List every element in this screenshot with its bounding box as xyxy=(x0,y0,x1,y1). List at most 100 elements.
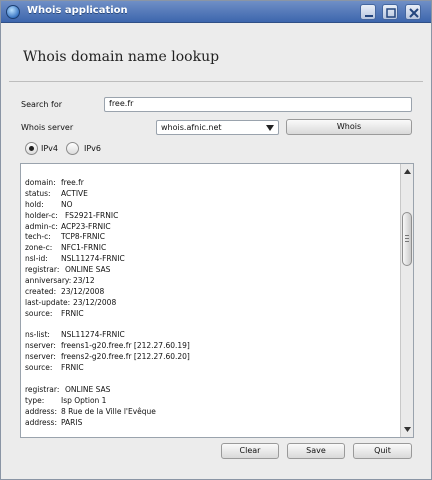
ipv6-label: IPv6 xyxy=(84,144,102,153)
output-line: source: FRNIC xyxy=(25,363,395,374)
output-key: anniversary: xyxy=(25,276,72,286)
ipv6-radio[interactable] xyxy=(66,142,79,155)
output-value: ONLINE SAS xyxy=(65,384,111,394)
output-line: source: FRNIC xyxy=(25,309,395,320)
output-line: created: 23/12/2008 xyxy=(25,287,395,298)
output-key: address: xyxy=(25,417,57,427)
output-key: source: xyxy=(25,308,53,318)
output-key: source: xyxy=(25,363,53,373)
output-key: ns-list: xyxy=(25,330,50,340)
output-value: NSL11274-FRNIC xyxy=(61,330,125,340)
output-value: ONLINE SAS xyxy=(65,265,111,275)
output-key: nsl-id: xyxy=(25,254,48,264)
scrollbar-thumb[interactable] xyxy=(402,212,412,266)
output-key: created: xyxy=(25,286,57,296)
output-key: nserver: xyxy=(25,352,56,362)
maximize-button[interactable] xyxy=(382,4,398,20)
output-key: admin-c: xyxy=(25,221,58,231)
output-key: last-update: xyxy=(25,297,71,307)
output-line: tech-c: TCP8-FRNIC xyxy=(25,232,395,243)
output-line: hold: NO xyxy=(25,200,395,211)
output-line: address: 8 Rue de la Ville l'Evêque xyxy=(25,407,395,418)
output-value: free.fr xyxy=(61,178,84,187)
output-value: NFC1-FRNIC xyxy=(61,243,107,253)
output-value: 23/12 xyxy=(73,276,95,286)
vertical-scrollbar[interactable] xyxy=(400,164,413,437)
quit-button[interactable]: Quit xyxy=(353,443,412,459)
output-line: address: PARIS xyxy=(25,418,395,429)
output-line: registrar: ONLINE SAS xyxy=(25,265,395,276)
output-key: holder-c: xyxy=(25,210,58,220)
output-line: nserver: freens1-g20.free.fr [212.27.60.1… xyxy=(25,341,395,352)
app-window: Whois application Whois domain name look… xyxy=(0,0,432,480)
output-key: registrar: xyxy=(25,265,60,275)
output-key: domain: xyxy=(25,178,56,187)
output-line: domain: free.fr xyxy=(25,178,395,189)
output-line: ns-list: NSL11274-FRNIC xyxy=(25,330,395,341)
output-line: holder-c: FS2921-FRNIC xyxy=(25,211,395,222)
output-value: FRNIC xyxy=(61,308,84,318)
close-button[interactable] xyxy=(405,4,421,20)
output-key: zone-c: xyxy=(25,243,53,253)
output-value: ACP23-FRNIC xyxy=(61,221,111,231)
output-line: zone-c: NFC1-FRNIC xyxy=(25,243,395,254)
output-key: address: xyxy=(25,406,57,416)
output-value: ACTIVE xyxy=(61,188,88,198)
page-title: Whois domain name lookup xyxy=(23,49,220,65)
whois-server-value: whois.afnic.net xyxy=(161,123,222,132)
output-key: registrar: xyxy=(25,384,60,394)
output-line: nsl-id: NSL11274-FRNIC xyxy=(25,254,395,265)
output-key: type: xyxy=(25,395,45,405)
output-value: Isp Option 1 xyxy=(61,395,107,405)
maximize-icon xyxy=(386,8,396,18)
output-line: last-update: 23/12/2008 xyxy=(25,298,395,309)
thumb-grip xyxy=(405,238,409,239)
whois-output-textarea[interactable]: domain: free.fr status: ACTIVE hold: NO holder… xyxy=(20,163,414,438)
thumb-grip xyxy=(405,241,409,242)
output-key: tech-c: xyxy=(25,232,51,242)
output-line: type: Isp Option 1 xyxy=(25,396,395,407)
output-value: 8 Rue de la Ville l'Evêque xyxy=(61,406,156,416)
scroll-up-arrow-icon[interactable] xyxy=(402,166,413,177)
ipv4-radio[interactable] xyxy=(25,142,38,155)
output-lines: domain: free.fr status: ACTIVE hold: NO holder… xyxy=(25,178,395,428)
output-value: TCP8-FRNIC xyxy=(61,232,105,242)
title-bar[interactable]: Whois application xyxy=(1,1,431,23)
close-icon xyxy=(409,8,419,18)
output-line: nserver: freens2-g20.free.fr [212.27.60.2… xyxy=(25,352,395,363)
chevron-down-icon xyxy=(266,125,274,131)
search-input[interactable]: free.fr xyxy=(104,97,412,112)
output-value: 23/12/2008 xyxy=(73,297,117,307)
output-value: freens2-g20.free.fr [212.27.60.20] xyxy=(61,352,190,362)
search-label: Search for xyxy=(21,100,63,109)
thumb-grip xyxy=(405,235,409,236)
output-line: anniversary: 23/12 xyxy=(25,276,395,287)
whois-server-select[interactable]: whois.afnic.net xyxy=(156,120,279,135)
scroll-down-arrow-icon[interactable] xyxy=(402,424,413,435)
output-value: 23/12/2008 xyxy=(61,286,105,296)
output-line: admin-c: ACP23-FRNIC xyxy=(25,222,395,233)
window-title: Whois application xyxy=(27,5,128,16)
whois-button[interactable]: Whois xyxy=(286,119,412,135)
output-line: status: ACTIVE xyxy=(25,189,395,200)
whois-server-label: Whois server xyxy=(21,123,74,132)
output-key: hold: xyxy=(25,199,44,209)
app-globe-icon xyxy=(6,5,20,19)
minimize-button[interactable] xyxy=(360,4,376,20)
save-button[interactable]: Save xyxy=(287,443,345,459)
output-value: freens1-g20.free.fr [212.27.60.19] xyxy=(61,341,190,351)
ipv4-label: IPv4 xyxy=(41,144,59,153)
minimize-icon xyxy=(365,15,373,17)
radio-selected-dot xyxy=(29,146,34,151)
output-line: registrar: ONLINE SAS xyxy=(25,385,395,396)
output-key: nserver: xyxy=(25,341,56,351)
output-value: NSL11274-FRNIC xyxy=(61,254,125,264)
clear-button[interactable]: Clear xyxy=(221,443,279,459)
output-value: PARIS xyxy=(61,417,83,427)
output-key: status: xyxy=(25,188,51,198)
header-divider xyxy=(9,81,423,82)
output-value: NO xyxy=(61,199,73,209)
output-value: FS2921-FRNIC xyxy=(65,210,119,220)
